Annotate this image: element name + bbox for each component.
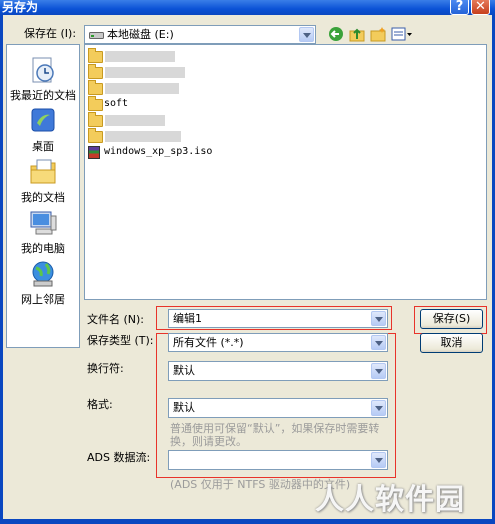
recent-documents-icon [32,57,54,83]
redacted-name [105,67,185,78]
format-label: 格式: [87,398,113,411]
newline-label: 换行符: [87,362,124,375]
list-item[interactable]: windows_xp_sp3.iso [88,145,238,161]
chevron-down-icon[interactable] [371,400,386,416]
folder-icon [88,80,103,95]
savetype-label: 保存类型 (T): [87,334,154,347]
place-desktop[interactable]: 桌面 [7,106,79,154]
close-button[interactable]: ✕ [471,0,490,15]
save-in-label: 保存在 (I): [24,27,77,40]
back-icon [329,27,343,41]
place-label: 我最近的文档 [10,89,76,102]
new-folder-icon [370,27,386,42]
view-menu-button[interactable] [390,26,414,44]
places-bar: 我最近的文档 桌面 我的文档 我的电脑 网上邻居 [6,44,80,348]
place-recent-documents[interactable]: 我最近的文档 [7,55,79,103]
redacted-name [105,51,175,62]
window-title: 另存为 [2,0,39,14]
view-menu-icon [391,27,412,41]
place-my-computer[interactable]: 我的电脑 [7,208,79,256]
filename-label: 文件名 (N): [87,313,145,326]
my-documents-icon [30,159,56,184]
place-label: 桌面 [32,140,54,153]
format-hint: 普通使用可保留“默认”，如果保存时需要转换，则请更改。 [170,422,380,448]
filename-input[interactable]: 编辑1 [168,309,388,328]
up-folder-icon [349,28,365,42]
close-icon: ✕ [475,0,486,14]
ads-dropdown[interactable] [168,450,388,470]
list-item[interactable]: soft [88,96,208,113]
new-folder-button[interactable] [369,26,387,44]
filename-value: 编辑1 [173,312,202,325]
folder-icon [88,64,103,79]
save-button[interactable]: 保存(S) [420,309,483,329]
list-item[interactable] [88,80,208,97]
chevron-down-icon[interactable] [371,363,386,379]
ads-label: ADS 数据流: [87,451,151,464]
folder-icon [88,96,103,111]
redacted-name [105,115,165,126]
chevron-down-icon[interactable] [371,452,386,468]
folder-icon [88,112,103,127]
list-item[interactable] [88,64,208,81]
place-label: 我的电脑 [21,242,65,255]
help-button[interactable]: ? [450,0,469,15]
save-in-dropdown[interactable]: 本地磁盘 (E:) [84,25,316,44]
window-border-left [0,15,3,524]
help-icon: ? [455,0,464,14]
watermark: 人人软件园 [315,482,466,516]
savetype-value: 所有文件 (*.*) [173,336,244,349]
place-label: 我的文档 [21,191,65,204]
format-value: 默认 [173,401,195,414]
chevron-down-icon[interactable] [371,335,386,350]
format-dropdown[interactable]: 默认 [168,398,388,418]
place-my-documents[interactable]: 我的文档 [7,157,79,205]
file-name: windows_xp_sp3.iso [104,146,213,157]
file-list[interactable]: soft windows_xp_sp3.iso [84,44,487,300]
list-item[interactable] [88,48,208,65]
place-label: 网上邻居 [21,293,65,306]
title-bar: 另存为 ? ✕ [0,0,495,15]
save-in-value: 本地磁盘 (E:) [107,28,174,41]
back-button[interactable] [327,26,345,44]
file-name: soft [104,98,129,109]
up-folder-button[interactable] [348,26,366,44]
network-places-icon [32,261,54,287]
list-item[interactable] [88,112,208,129]
chevron-down-icon[interactable] [371,311,386,326]
folder-icon [88,48,103,63]
folder-icon [88,128,103,143]
place-network[interactable]: 网上邻居 [7,259,79,307]
drive-icon [89,32,104,39]
newline-value: 默认 [173,364,195,377]
redacted-name [105,131,181,142]
list-item[interactable] [88,128,208,145]
window-border-bottom [0,519,495,524]
savetype-dropdown[interactable]: 所有文件 (*.*) [168,333,388,352]
desktop-icon [31,108,55,132]
my-computer-icon [30,211,57,235]
chevron-down-icon[interactable] [299,27,314,42]
redacted-name [105,83,179,94]
cancel-button[interactable]: 取消 [420,333,483,353]
archive-icon [88,146,100,159]
newline-dropdown[interactable]: 默认 [168,361,388,381]
